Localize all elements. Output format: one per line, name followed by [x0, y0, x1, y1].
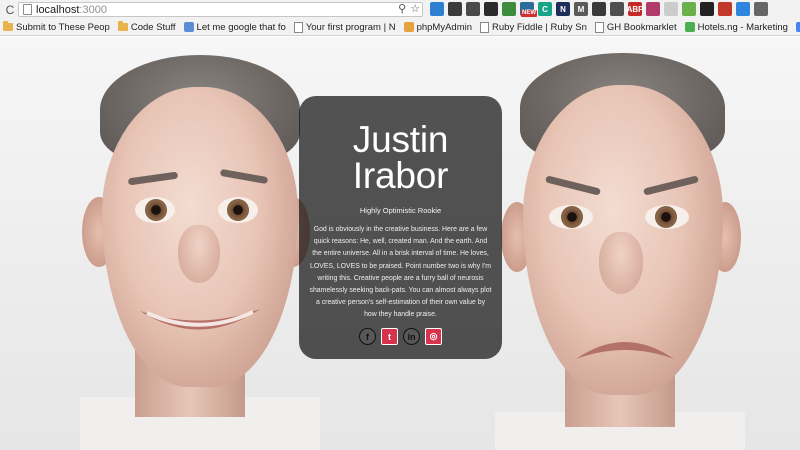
bookmark-item[interactable]: Let me google that fo: [183, 21, 286, 33]
frowning-face-photo: [495, 37, 745, 450]
extension-icon[interactable]: [430, 2, 444, 16]
extension-letter: C: [542, 4, 548, 14]
bookmark-item[interactable]: Code Stuff: [117, 21, 176, 33]
page-icon: [480, 21, 490, 33]
favicon-icon: [795, 22, 800, 32]
extension-icon[interactable]: [466, 2, 480, 16]
address-bar[interactable]: localhost:3000 ⚲ ☆: [18, 2, 423, 17]
bookmark-item[interactable]: phpMyAdmin: [403, 21, 473, 33]
twitter-icon[interactable]: t: [381, 328, 398, 345]
favicon-icon: [684, 22, 695, 32]
extension-icon[interactable]: [664, 2, 678, 16]
extension-icon[interactable]: M: [574, 2, 588, 16]
bookmark-label: Code Stuff: [130, 21, 176, 33]
extension-icon[interactable]: [682, 2, 696, 16]
bookmark-label: phpMyAdmin: [416, 21, 473, 33]
smiling-face-photo: [80, 37, 320, 450]
profile-last-name: Irabor: [352, 155, 449, 196]
favicon-icon: [403, 22, 414, 32]
bookmark-label: Ruby Fiddle | Ruby Sn: [492, 21, 587, 33]
bookmark-label: Submit to These Peop: [16, 21, 110, 33]
favicon-icon: [183, 22, 194, 32]
extension-letter: ABP: [626, 4, 644, 14]
url-host: localhost: [36, 3, 80, 16]
search-icon[interactable]: ⚲: [398, 3, 406, 16]
bookmark-label: Your first program | N: [305, 21, 396, 33]
extension-icon[interactable]: [484, 2, 498, 16]
bookmark-label: Hotels.ng - Marketing: [697, 21, 788, 33]
folder-icon: [3, 21, 13, 31]
profile-card: Justin Irabor Highly Optimistic Rookie G…: [299, 96, 502, 359]
linkedin-icon[interactable]: in: [403, 328, 420, 345]
bookmark-item[interactable]: GH Bookmarklet: [594, 21, 677, 33]
bookmark-item[interactable]: Campaign Managem: [795, 22, 800, 33]
bookmark-item[interactable]: Submit to These Peop: [3, 21, 110, 33]
bookmark-label: GH Bookmarklet: [606, 21, 677, 33]
page-viewport: Justin Irabor Highly Optimistic Rookie G…: [0, 37, 800, 450]
url-port: :3000: [79, 3, 107, 16]
bookmark-item[interactable]: Your first program | N: [293, 21, 396, 33]
folder-icon: [117, 21, 128, 31]
bookmark-item[interactable]: Ruby Fiddle | Ruby Sn: [480, 21, 587, 33]
extension-icon[interactable]: [700, 2, 714, 16]
facebook-icon[interactable]: f: [359, 328, 376, 345]
extension-letter: N: [560, 4, 566, 14]
extension-icon[interactable]: C: [538, 2, 552, 16]
social-links: f t in ◎: [299, 328, 502, 345]
extension-icon[interactable]: N: [556, 2, 570, 16]
extension-icon[interactable]: [718, 2, 732, 16]
extension-icon[interactable]: [736, 2, 750, 16]
profile-bio: God is obviously in the creative busines…: [309, 226, 492, 319]
extension-icon[interactable]: [592, 2, 606, 16]
extension-icon[interactable]: NEW: [520, 2, 537, 17]
page-icon: [293, 21, 303, 33]
extension-icon[interactable]: [502, 2, 516, 16]
bookmarks-bar: Submit to These Peop Code Stuff Let me goo…: [0, 19, 800, 36]
browser-toolbar: C localhost:3000 ⚲ ☆ NEW C N M ABP: [0, 0, 800, 19]
extension-icon[interactable]: [754, 2, 768, 16]
instagram-icon[interactable]: ◎: [425, 328, 442, 345]
extension-icon[interactable]: [448, 2, 462, 16]
extensions-toolbar: NEW C N M ABP: [430, 2, 768, 17]
profile-tagline: Highly Optimistic Rookie: [359, 206, 442, 215]
profile-name: Justin Irabor: [299, 119, 502, 196]
extension-icon[interactable]: [646, 2, 660, 16]
bookmark-label: Let me google that fo: [196, 21, 286, 33]
extension-icon[interactable]: [610, 2, 624, 16]
reload-button[interactable]: C: [3, 3, 17, 17]
address-bar-actions: ⚲ ☆: [398, 3, 420, 16]
page-icon: [594, 21, 604, 33]
bookmark-item[interactable]: Hotels.ng - Marketing: [684, 21, 788, 33]
extension-letter: M: [577, 4, 585, 14]
extension-icon[interactable]: ABP: [626, 2, 644, 16]
reload-icon: C: [5, 2, 15, 17]
page-icon: [23, 4, 32, 15]
extension-badge: NEW: [521, 10, 537, 17]
profile-first-name: Justin: [352, 119, 449, 160]
bookmark-star-icon[interactable]: ☆: [410, 3, 420, 16]
